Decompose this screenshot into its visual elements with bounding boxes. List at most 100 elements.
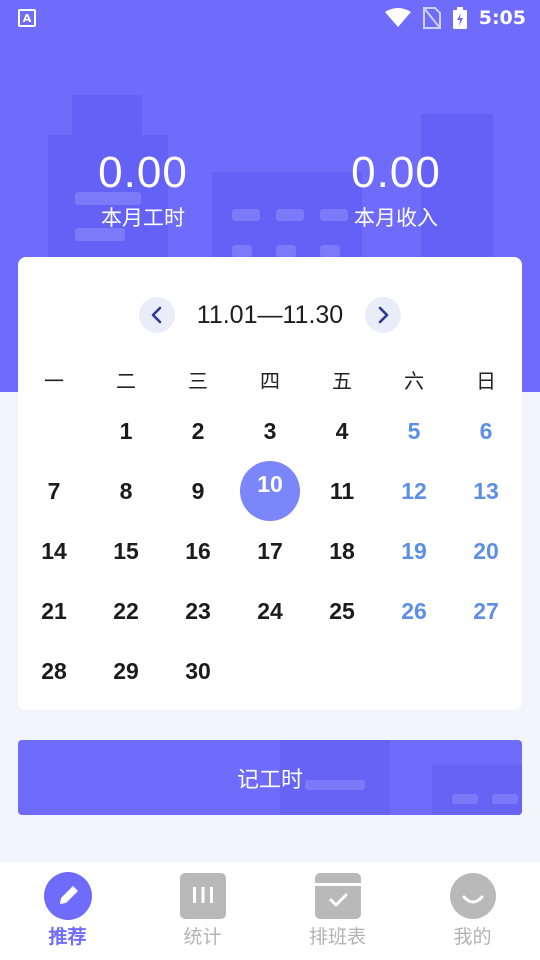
calendar-cell: 26 (378, 581, 450, 641)
app-notification-icon: A (18, 9, 36, 27)
calendar-cell: 8 (90, 461, 162, 521)
calendar-day[interactable]: 18 (312, 521, 372, 581)
calendar-cell: 10 (234, 461, 306, 521)
calendar-card: 11.01—11.30 一二三四五六日 1 2 3 4 5 6 7 8 9 10 11 12 13 14 1… (18, 257, 522, 710)
calendar-day[interactable]: 29 (96, 641, 156, 701)
calendar-cell: 15 (90, 521, 162, 581)
calendar-day[interactable]: 9 (168, 461, 228, 521)
weekday-label: 四 (260, 369, 280, 393)
calendar-cell: 1 (90, 401, 162, 461)
calendar-cell: 20 (450, 521, 522, 581)
calendar-day[interactable]: 27 (456, 581, 516, 641)
income-summary: 0.00 本月收入 (296, 148, 496, 232)
stats-icon (179, 872, 227, 920)
building-decoration (72, 95, 142, 155)
hours-value: 0.00 (98, 148, 188, 197)
hours-summary: 0.00 本月工时 (43, 148, 243, 232)
income-value: 0.00 (351, 148, 441, 197)
tab-label: 排班表 (308, 926, 366, 948)
calendar-day-selected[interactable]: 10 (240, 461, 300, 521)
hours-label: 本月工时 (101, 206, 185, 230)
calendar-day[interactable]: 11 (312, 461, 372, 521)
calendar-day[interactable]: 26 (384, 581, 444, 641)
no-sim-icon (422, 7, 441, 29)
calendar-cell: 24 (234, 581, 306, 641)
pencil-icon (43, 872, 92, 920)
calendar-cell: 13 (450, 461, 522, 521)
bottom-tab-bar: 推荐 统计 排班表 我的 (0, 862, 540, 960)
calendar-day[interactable]: 2 (168, 401, 228, 461)
calendar-day[interactable]: 23 (168, 581, 228, 641)
calendar-cell (234, 641, 306, 701)
calendar-day[interactable]: 8 (96, 461, 156, 521)
calendar-day[interactable]: 3 (240, 401, 300, 461)
weekday-label: 六 (404, 369, 424, 393)
calendar-cell: 5 (378, 401, 450, 461)
calendar-cell: 3 (234, 401, 306, 461)
weekday-header: 一二三四五六日 (18, 365, 522, 394)
calendar-day[interactable]: 6 (456, 401, 516, 461)
prev-month-button[interactable] (138, 297, 175, 333)
month-range: 11.01—11.30 (196, 300, 344, 329)
calendar-day[interactable]: 25 (312, 581, 372, 641)
calendar-cell: 29 (90, 641, 162, 701)
weekday-label: 五 (332, 369, 352, 393)
calendar-day[interactable]: 14 (24, 521, 84, 581)
calendar-cell: 18 (306, 521, 378, 581)
calendar-cell: 17 (234, 521, 306, 581)
calendar-cell: 4 (306, 401, 378, 461)
building-decoration (432, 765, 522, 815)
calendar-cell: 12 (378, 461, 450, 521)
calendar-cell: 27 (450, 581, 522, 641)
calendar-day[interactable]: 15 (96, 521, 156, 581)
calendar-day[interactable]: 1 (96, 401, 156, 461)
calendar-day[interactable]: 22 (96, 581, 156, 641)
wifi-icon (384, 8, 411, 27)
calendar-day[interactable]: 17 (240, 521, 300, 581)
calendar-cell (18, 401, 90, 461)
calendar-day[interactable]: 28 (24, 641, 84, 701)
calendar-cell (306, 641, 378, 701)
calendar-cell (378, 641, 450, 701)
calendar-cell: 19 (378, 521, 450, 581)
calendar-cell: 23 (162, 581, 234, 641)
calendar-cell: 22 (90, 581, 162, 641)
status-time: 5:05 (478, 7, 526, 29)
calendar-day[interactable]: 4 (312, 401, 372, 461)
income-label: 本月收入 (354, 206, 438, 230)
weekday-label: 日 (476, 369, 496, 393)
tab-label: 我的 (453, 926, 492, 948)
calendar-cell: 28 (18, 641, 90, 701)
calendar-cell: 21 (18, 581, 90, 641)
calendar-cell: 16 (162, 521, 234, 581)
weekday-label: 一 (44, 369, 64, 393)
tab-recommend[interactable]: 推荐 (0, 862, 135, 960)
calendar-cell (450, 641, 522, 701)
calendar-cell: 7 (18, 461, 90, 521)
calendar-day[interactable]: 19 (384, 521, 444, 581)
calendar-day[interactable]: 21 (24, 581, 84, 641)
next-month-button[interactable] (365, 297, 402, 333)
calendar-cell: 9 (162, 461, 234, 521)
tab-profile[interactable]: 我的 (405, 862, 540, 960)
tab-label: 推荐 (48, 926, 87, 948)
schedule-icon (314, 872, 362, 920)
calendar-day[interactable]: 20 (456, 521, 516, 581)
profile-icon (449, 872, 497, 920)
calendar-day[interactable]: 30 (168, 641, 228, 701)
calendar-cell: 30 (162, 641, 234, 701)
calendar-cell: 2 (162, 401, 234, 461)
calendar-day[interactable]: 5 (384, 401, 444, 461)
tab-statistics[interactable]: 统计 (135, 862, 270, 960)
record-hours-label: 记工时 (236, 767, 303, 793)
calendar-day[interactable]: 7 (24, 461, 84, 521)
tab-schedule[interactable]: 排班表 (270, 862, 405, 960)
weekday-label: 三 (188, 369, 208, 393)
calendar-day[interactable]: 12 (384, 461, 444, 521)
record-hours-button[interactable]: 记工时 (18, 740, 522, 815)
calendar-day[interactable]: 13 (456, 461, 516, 521)
calendar-cell: 25 (306, 581, 378, 641)
calendar-day[interactable]: 16 (168, 521, 228, 581)
calendar-grid: 1 2 3 4 5 6 7 8 9 10 11 12 13 14 15 16 17 18 19 20 21 22 23 24 2… (18, 401, 522, 701)
calendar-day[interactable]: 24 (240, 581, 300, 641)
